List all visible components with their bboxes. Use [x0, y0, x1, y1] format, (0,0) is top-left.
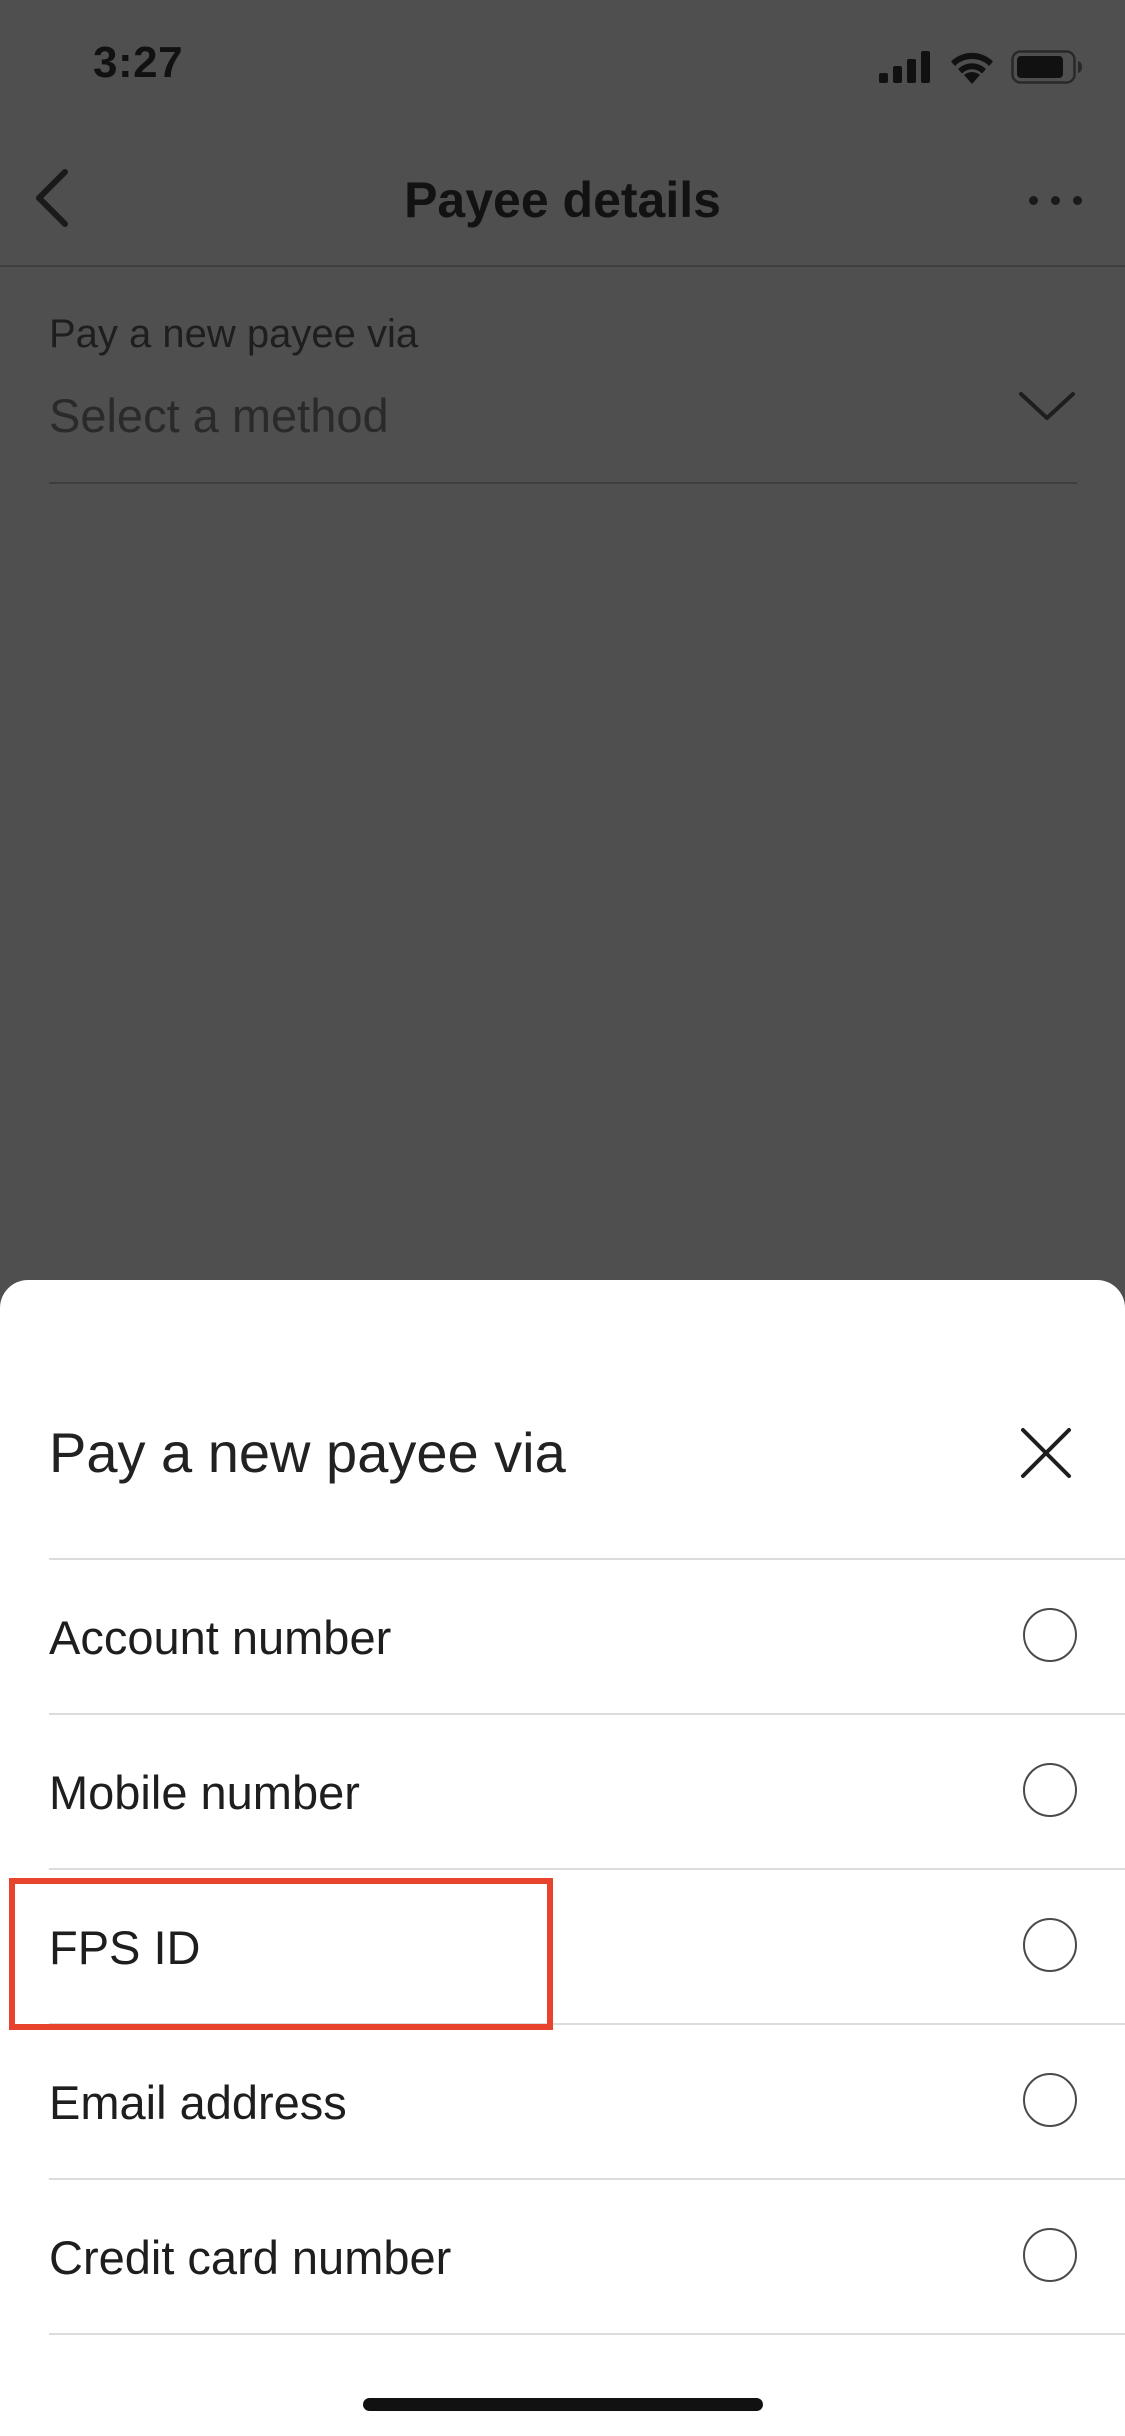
home-indicator	[363, 2398, 763, 2411]
radio-button[interactable]	[1023, 1608, 1077, 1662]
status-time: 3:27	[93, 38, 184, 87]
radio-button[interactable]	[1023, 1763, 1077, 1817]
close-icon	[1021, 1428, 1071, 1478]
close-button[interactable]	[1011, 1418, 1081, 1488]
option-label: Mobile number	[49, 1766, 360, 1819]
payment-method-placeholder: Select a method	[49, 389, 389, 442]
more-options-button[interactable]	[1015, 175, 1095, 225]
nav-bar: Payee details	[0, 135, 1125, 267]
option-label: Credit card number	[49, 2231, 452, 2284]
radio-button[interactable]	[1023, 2228, 1077, 2282]
more-horizontal-icon	[1028, 195, 1082, 205]
option-email-address[interactable]: Email address	[49, 2025, 1125, 2180]
chevron-down-icon	[1019, 392, 1075, 420]
status-bar: 3:27	[0, 0, 1125, 135]
page-title: Payee details	[404, 172, 721, 228]
wifi-icon	[951, 52, 993, 84]
cellular-signal-icon	[879, 51, 930, 83]
option-credit-card-number[interactable]: Credit card number	[49, 2180, 1125, 2335]
option-account-number[interactable]: Account number	[49, 1560, 1125, 1715]
option-mobile-number[interactable]: Mobile number	[49, 1715, 1125, 1870]
option-label: Account number	[49, 1611, 392, 1664]
radio-button[interactable]	[1023, 1918, 1077, 1972]
sheet-title: Pay a new payee via	[49, 1421, 566, 1484]
radio-button[interactable]	[1023, 2073, 1077, 2127]
status-icons	[879, 50, 1083, 84]
battery-icon	[1011, 50, 1082, 84]
option-label: Email address	[49, 2076, 347, 2129]
payment-method-label: Pay a new payee via	[49, 312, 419, 356]
method-bottom-sheet: Pay a new payee via Account number Mobil…	[0, 1280, 1125, 2436]
payment-method-select[interactable]: Pay a new payee via Select a method	[49, 300, 1077, 484]
highlight-annotation-box	[9, 1878, 553, 2030]
